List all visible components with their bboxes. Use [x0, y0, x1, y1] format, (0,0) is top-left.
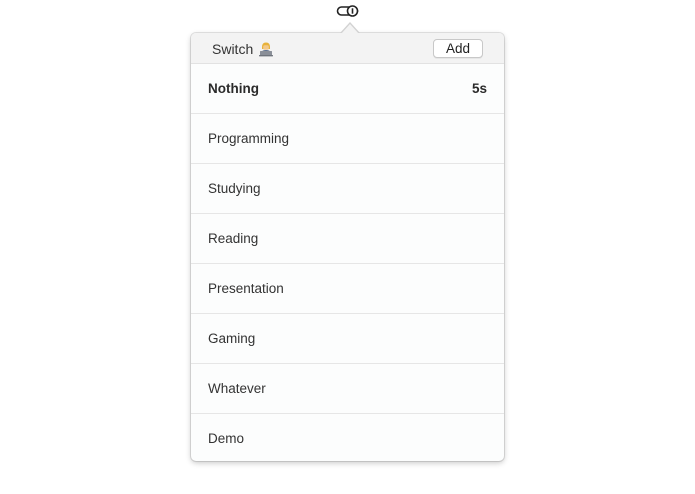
popover-title: Switch	[212, 41, 274, 57]
popover-header: Switch Add	[191, 33, 504, 64]
list-item-label: Demo	[208, 431, 245, 446]
list-item-label: Gaming	[208, 331, 256, 346]
list-item-label: Programming	[208, 131, 290, 146]
list-item-whatever[interactable]: Whatever	[191, 364, 504, 414]
list-item-label: Nothing	[208, 81, 259, 96]
list-item-label: Studying	[208, 181, 261, 196]
elapsed-time: 5s	[471, 81, 487, 96]
list-item-label: Reading	[208, 231, 259, 246]
popover-title-text: Switch	[212, 41, 254, 57]
list-item-label: Whatever	[208, 381, 266, 396]
popover-arrow-fill	[341, 23, 359, 34]
list-item-programming[interactable]: Programming	[191, 114, 504, 164]
list-item-demo[interactable]: Demo	[191, 414, 504, 463]
add-button[interactable]: Add	[433, 39, 483, 58]
list-item-label: Presentation	[208, 281, 284, 296]
activity-list: Nothing 5s Programming Studying Reading …	[191, 64, 504, 463]
list-item-nothing[interactable]: Nothing 5s	[191, 64, 504, 114]
toggle-switch-icon[interactable]	[336, 4, 360, 18]
screen: Switch Add Nothing 5s Programming Studyi…	[0, 0, 695, 494]
list-item-studying[interactable]: Studying	[191, 164, 504, 214]
list-item-presentation[interactable]: Presentation	[191, 264, 504, 314]
list-item-gaming[interactable]: Gaming	[191, 314, 504, 364]
person-at-laptop-icon	[258, 41, 274, 57]
switch-popover: Switch Add Nothing 5s Programming Studyi…	[191, 33, 504, 461]
list-item-reading[interactable]: Reading	[191, 214, 504, 264]
